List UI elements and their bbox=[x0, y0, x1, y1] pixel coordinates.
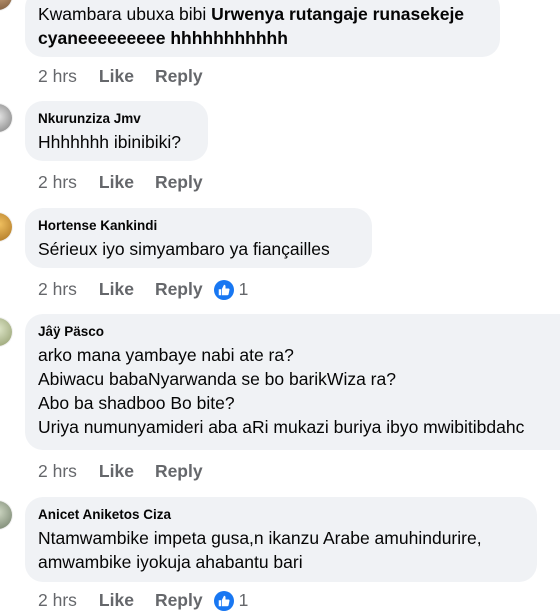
comment-bubble: Anicet Aniketos Ciza Ntamwambike impeta … bbox=[25, 497, 537, 582]
comment-text: Sérieux iyo simyambaro ya fiançailles bbox=[38, 239, 330, 259]
reply-button[interactable]: Reply bbox=[155, 172, 203, 193]
avatar[interactable] bbox=[0, 318, 12, 346]
comment-actions: 2 hrs Like Reply bbox=[38, 461, 224, 482]
comment-text: arko mana yambaye nabi ate ra? bbox=[38, 345, 294, 365]
thumbs-up-icon bbox=[213, 590, 234, 611]
commenter-name[interactable]: Anicet Aniketos Ciza bbox=[38, 506, 524, 523]
comment-actions: 2 hrs Like Reply bbox=[38, 172, 224, 193]
comment-text: Uriya numunyamideri aba aRi mukazi buriy… bbox=[38, 417, 525, 437]
timestamp[interactable]: 2 hrs bbox=[38, 279, 77, 300]
avatar[interactable] bbox=[0, 213, 12, 241]
reaction-count[interactable]: 1 bbox=[213, 590, 249, 611]
comment-bubble: Jâÿ Päsco arko mana yambaye nabi ate ra?… bbox=[25, 314, 560, 450]
timestamp[interactable]: 2 hrs bbox=[38, 590, 77, 611]
commenter-name[interactable]: Jâÿ Päsco bbox=[38, 323, 560, 340]
comment-text: Abo ba shadboo Bo bite? bbox=[38, 393, 235, 413]
comment-bubble: Kwambara ubuxa bibi Urwenya rutangaje ru… bbox=[25, 0, 500, 57]
commenter-name[interactable]: Hortense Kankindi bbox=[38, 217, 359, 234]
like-button[interactable]: Like bbox=[99, 461, 134, 482]
comment-text: Kwambara ubuxa bibi Urwenya rutangaje ru… bbox=[38, 4, 465, 24]
reaction-count-value: 1 bbox=[238, 590, 249, 610]
timestamp[interactable]: 2 hrs bbox=[38, 172, 77, 193]
like-button[interactable]: Like bbox=[99, 590, 134, 611]
reaction-count-value: 1 bbox=[238, 279, 249, 299]
comment-actions: 2 hrs Like Reply 1 bbox=[38, 590, 248, 611]
comment-actions: 2 hrs Like Reply bbox=[38, 66, 224, 87]
comment-text: Ntamwambike impeta gusa,n ikanzu Arabe a… bbox=[38, 528, 482, 548]
reply-button[interactable]: Reply bbox=[155, 66, 203, 87]
comment-text: Hhhhhhh ibinibiki? bbox=[38, 132, 182, 152]
avatar[interactable] bbox=[0, 0, 12, 10]
reply-button[interactable]: Reply bbox=[155, 590, 203, 611]
comment-text: amwambike iyokuja ahabantu bari bbox=[38, 552, 303, 572]
reply-button[interactable]: Reply bbox=[155, 279, 203, 300]
reply-button[interactable]: Reply bbox=[155, 461, 203, 482]
like-button[interactable]: Like bbox=[99, 172, 134, 193]
reaction-count[interactable]: 1 bbox=[213, 279, 249, 300]
comment-bubble: Nkurunziza Jmv Hhhhhhh ibinibiki? bbox=[25, 101, 208, 161]
avatar[interactable] bbox=[0, 501, 12, 529]
comment-actions: 2 hrs Like Reply 1 bbox=[38, 279, 248, 300]
timestamp[interactable]: 2 hrs bbox=[38, 461, 77, 482]
comment-bubble: Hortense Kankindi Sérieux iyo simyambaro… bbox=[25, 208, 372, 268]
commenter-name[interactable]: Nkurunziza Jmv bbox=[38, 110, 195, 127]
timestamp[interactable]: 2 hrs bbox=[38, 66, 77, 87]
comment-text: Abiwacu babaNyarwanda se bo barikWiza ra… bbox=[38, 369, 396, 389]
like-button[interactable]: Like bbox=[99, 279, 134, 300]
like-button[interactable]: Like bbox=[99, 66, 134, 87]
avatar[interactable] bbox=[0, 104, 12, 132]
comment-text: cyaneeeeeeeee hhhhhhhhhhh bbox=[38, 28, 288, 48]
thumbs-up-icon bbox=[213, 279, 234, 300]
